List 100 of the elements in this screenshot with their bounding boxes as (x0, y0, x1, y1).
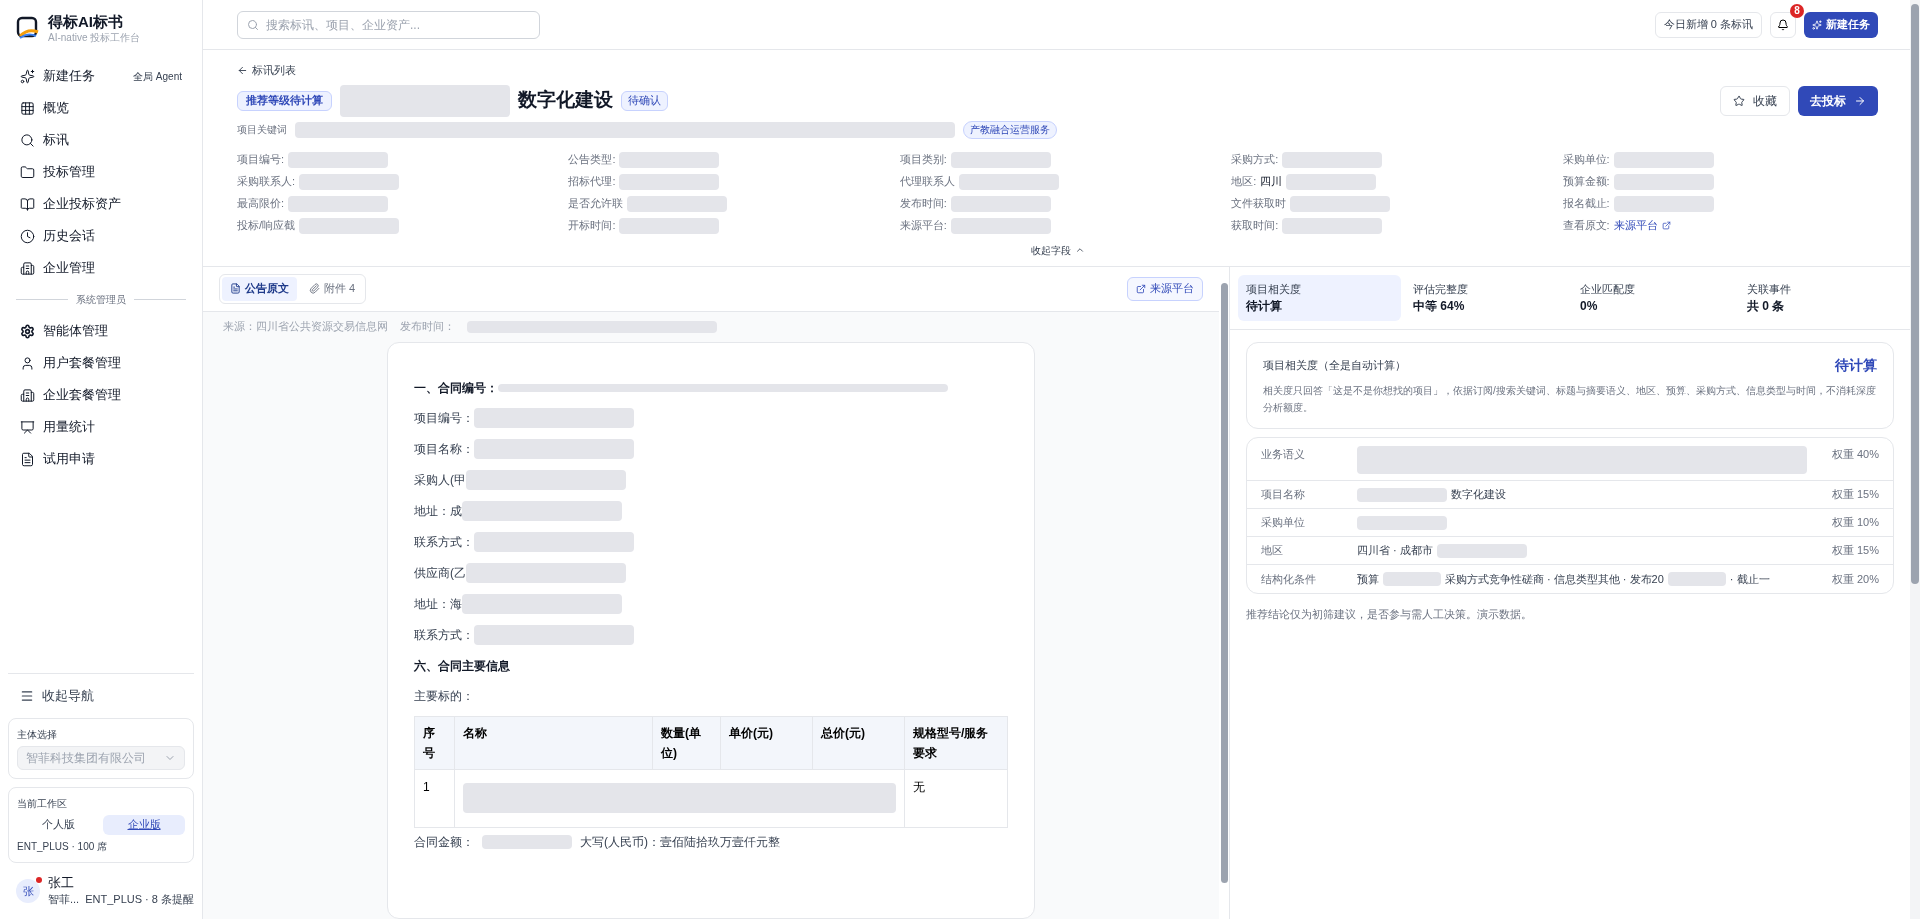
nav-item[interactable]: 标讯 (0, 124, 202, 156)
table-header: 名称 (454, 716, 653, 769)
field-label: 是否允许联 (568, 196, 624, 212)
metric-tab[interactable]: 企业匹配度 0% (1572, 274, 1735, 321)
collapse-fields-button[interactable]: 收起字段 (1030, 242, 1085, 258)
row-label: 结构化条件 (1261, 571, 1317, 587)
field-label: 项目类别: (899, 152, 947, 168)
nav-item[interactable]: 企业套餐管理 (0, 379, 202, 411)
user-name: 张工 (48, 874, 75, 891)
row-label: 采购单位 (1261, 515, 1306, 531)
scrollbar-thumb[interactable] (1911, 4, 1919, 584)
document-line: 主要标的： (414, 688, 474, 705)
field-value: 四川 (1260, 174, 1283, 190)
external-link-icon (1661, 221, 1671, 230)
notification-badge: 8 (1790, 3, 1804, 18)
metric-tab[interactable]: 评估完整度 中等 64% (1405, 274, 1568, 321)
nav-item[interactable]: 智能体管理 (0, 315, 202, 347)
document-icon (230, 283, 241, 294)
nav-item[interactable]: 新建任务 全局 Agent (0, 60, 202, 92)
nav-item[interactable]: 历史会话 (0, 220, 202, 252)
document-line: 地址：成 (414, 503, 462, 520)
table-header: 规格型号/服务要求 (904, 716, 1008, 769)
document-line: 供应商(乙 (414, 565, 466, 582)
nav-item[interactable]: 用量统计 (0, 411, 202, 443)
document-line: 联系方式： (414, 534, 474, 551)
field-label: 来源平台: (899, 218, 947, 234)
status-badge: 待确认 (621, 90, 668, 111)
field-label: 最高限价: (237, 196, 285, 212)
field-label: 当前工作区 (17, 796, 68, 811)
contract-amount-upper: 大写(人民币)：壹佰陆拾玖万壹仟元整 (580, 833, 780, 851)
field-label: 公告类型: (568, 152, 616, 168)
table-cell: 1 (414, 769, 455, 827)
row-value: 数字化建设 (1451, 487, 1506, 503)
source-platform-button[interactable]: 来源平台 (1127, 276, 1203, 301)
user-org: 智菲... (48, 891, 80, 907)
field-label: 采购方式: (1231, 152, 1279, 168)
presentation-icon (20, 419, 35, 435)
nav-item[interactable]: 用户套餐管理 (0, 347, 202, 379)
row-value: 四川省 · 成都市 (1357, 543, 1433, 559)
field-label: 获取时间: (1231, 218, 1279, 234)
row-weight: 权重 20% (1831, 571, 1879, 587)
field-label: 代理联系人 (899, 174, 955, 190)
menu-icon (20, 688, 34, 703)
relevance-status: 待计算 (1835, 356, 1877, 375)
row-value: 采购方式竞争性磋商 · 信息类型其他 · 发布20 (1445, 571, 1664, 587)
plan-text: ENT_PLUS · 100 席 (17, 839, 109, 854)
today-count-button[interactable]: 今日新增 0 条标讯 (1654, 11, 1762, 38)
search-field[interactable]: 搜索标讯、项目、企业资产... (237, 10, 540, 39)
row-weight: 权重 15% (1831, 487, 1879, 503)
section-title: 系统管理员 (76, 293, 126, 307)
nav-item[interactable]: 企业管理 (0, 252, 202, 284)
document-tab[interactable]: 附件 4 (301, 276, 364, 301)
row-label: 项目名称 (1261, 487, 1306, 503)
scrollbar-thumb[interactable] (1220, 282, 1228, 883)
document-line: 项目编号： (414, 410, 474, 427)
metric-tab[interactable]: 项目相关度 待计算 (1238, 274, 1401, 321)
document-line: 采购人(甲 (414, 472, 466, 489)
back-link[interactable]: 标讯列表 (237, 62, 1878, 79)
contract-amount-label: 合同金额： (414, 833, 474, 851)
row-label: 地区 (1261, 543, 1284, 559)
avatar: 张 (16, 878, 40, 903)
metric-tab[interactable]: 关联事件 共 0 条 (1739, 274, 1902, 321)
source-link[interactable]: 来源平台 (1613, 217, 1671, 234)
relevance-description: 相关度只回答「这是不是你想找的项目」，依据订阅/搜索关键词、标题与摘要语义、地区、预算、采购方式、信息类型与时间，不消耗深度分析额度。 (1263, 384, 1877, 415)
field-label: 投标/响应截 (237, 218, 296, 234)
book-icon (20, 196, 35, 212)
row-value: 预算 (1357, 571, 1379, 587)
field-label: 采购单位: (1562, 152, 1610, 168)
row-label: 业务语义 (1261, 447, 1306, 462)
document-tab[interactable]: 公告原文 (222, 276, 297, 301)
grid-icon (20, 100, 35, 116)
nav-item[interactable]: 试用申请 (0, 443, 202, 475)
sparkle-icon (20, 68, 35, 84)
field-label: 文件获取时 (1231, 196, 1287, 212)
collapse-nav-button[interactable]: 收起导航 (8, 681, 194, 710)
agent-label: 全局 Agent (133, 69, 182, 84)
workspace-option[interactable]: 个人版 (17, 814, 99, 835)
nav-item[interactable]: 企业投标资产 (0, 188, 202, 220)
field-label: 报名截止: (1562, 196, 1610, 212)
paperclip-icon (309, 283, 320, 294)
favorite-button[interactable]: 收藏 (1720, 85, 1790, 116)
relevance-title: 项目相关度（全是自动计算） (1263, 358, 1406, 374)
logo-icon (16, 16, 40, 40)
nav-item[interactable]: 概览 (0, 92, 202, 124)
document-line: 项目名称： (414, 441, 474, 458)
table-header: 总价(元) (812, 716, 905, 769)
sparkle-icon (1812, 19, 1822, 30)
new-task-button[interactable]: 新建任务 (1804, 11, 1878, 38)
external-link-icon (1136, 283, 1146, 294)
workspace-option[interactable]: 企业版 (103, 814, 185, 835)
go-bid-button[interactable]: 去投标 (1798, 85, 1878, 116)
brand-title: 得标AI标书 (48, 12, 124, 32)
nav-item[interactable]: 投标管理 (0, 156, 202, 188)
user-icon (20, 355, 35, 371)
field-label: 项目编号: (237, 152, 285, 168)
project-title: 数字化建设 (518, 88, 613, 113)
table-header: 单价(元) (720, 716, 813, 769)
chevron-up-icon (1074, 245, 1085, 255)
back-arrow-icon (237, 64, 248, 76)
field-label: 发布时间: (899, 196, 947, 212)
